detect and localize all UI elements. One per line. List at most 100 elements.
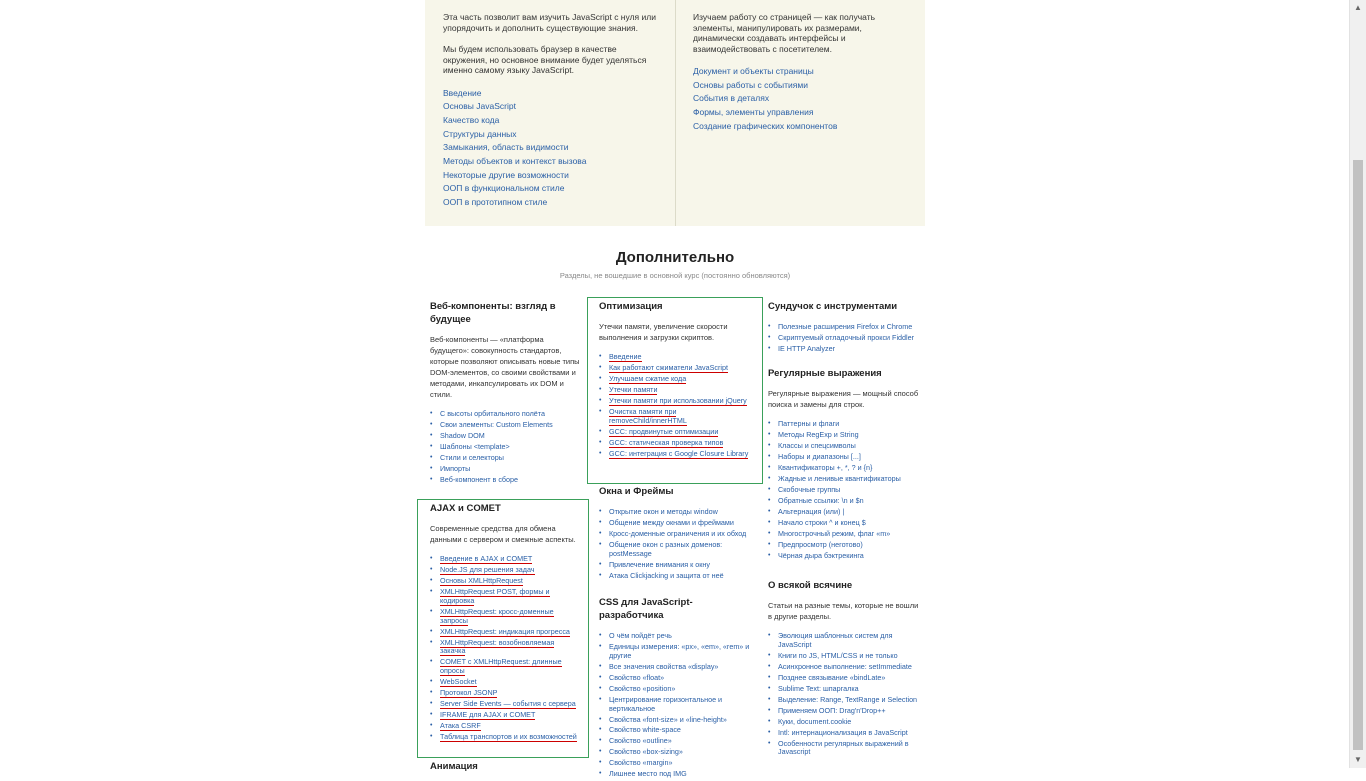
section-title[interactable]: Оптимизация bbox=[599, 300, 754, 313]
article-link[interactable]: GCC: статическая проверка типов bbox=[609, 437, 724, 448]
course-link[interactable]: События в деталях bbox=[693, 93, 769, 103]
section-title[interactable]: Веб-компоненты: взгляд в будущее bbox=[430, 300, 582, 326]
scroll-down-arrow-icon[interactable]: ▼ bbox=[1350, 752, 1366, 768]
article-link[interactable]: IE HTTP Analyzer bbox=[778, 344, 835, 353]
article-link[interactable]: Все значения свойства «display» bbox=[609, 662, 718, 671]
section-title[interactable]: Сундучок с инструментами bbox=[768, 300, 923, 313]
article-link[interactable]: С высоты орбитального полёта bbox=[440, 409, 545, 418]
article-link[interactable]: Свои элементы: Custom Elements bbox=[440, 420, 553, 429]
article-link[interactable]: Альтернация (или) | bbox=[778, 507, 844, 516]
course-link[interactable]: Структуры данных bbox=[443, 129, 517, 139]
article-link[interactable]: Shadow DOM bbox=[440, 431, 485, 440]
article-link[interactable]: Эволюция шаблонных систем для JavaScript bbox=[778, 631, 893, 649]
article-link[interactable]: Улучшаем сжатие кода bbox=[609, 373, 687, 384]
article-link[interactable]: XMLHttpRequest: возобновляемая закачка bbox=[440, 637, 555, 657]
course-link[interactable]: Введение bbox=[443, 88, 482, 98]
article-link[interactable]: Свойство «float» bbox=[609, 673, 664, 682]
scrollbar-thumb[interactable] bbox=[1353, 160, 1363, 750]
article-link[interactable]: XMLHttpRequest: кросс-доменные запросы bbox=[440, 606, 554, 626]
section-title[interactable]: Анимация bbox=[430, 760, 582, 773]
article-link[interactable]: GCC: интеграция с Google Closure Library bbox=[609, 448, 749, 459]
article-link[interactable]: Паттерны и флаги bbox=[778, 419, 839, 428]
article-link[interactable]: Свойство «margin» bbox=[609, 758, 673, 768]
course-link[interactable]: Методы объектов и контекст вызова bbox=[443, 156, 586, 166]
article-link[interactable]: Многострочный режим, флаг «m» bbox=[778, 529, 890, 538]
article-link[interactable]: Введение bbox=[609, 352, 642, 362]
article-link[interactable]: Открытие окон и методы window bbox=[609, 507, 718, 516]
article-link[interactable]: Классы и спецсимволы bbox=[778, 441, 856, 450]
article-link[interactable]: Выделение: Range, TextRange и Selection bbox=[778, 695, 917, 704]
article-link[interactable]: Протокол JSONP bbox=[440, 688, 498, 699]
course-link[interactable]: Формы, элементы управления bbox=[693, 107, 813, 117]
section-title[interactable]: AJAX и COMET bbox=[430, 502, 580, 515]
course-link[interactable]: Качество кода bbox=[443, 115, 499, 125]
article-link[interactable]: О чём пойдёт речь bbox=[609, 631, 672, 640]
article-link[interactable]: Свойство «outline» bbox=[609, 736, 672, 746]
article-link[interactable]: Чёрная дыра бэктрекинга bbox=[778, 551, 864, 560]
article-link[interactable]: Наборы и диапазоны [...] bbox=[778, 452, 861, 461]
article-link[interactable]: Кросс-доменные ограничения и их обход bbox=[609, 529, 746, 538]
article-link[interactable]: Свойство «position» bbox=[609, 684, 675, 693]
article-link[interactable]: Жадные и ленивые квантификаторы bbox=[778, 474, 901, 483]
article-link[interactable]: Введение в AJAX и COMET bbox=[440, 554, 533, 564]
article-link[interactable]: Веб-компонент в сборе bbox=[440, 475, 518, 484]
article-link[interactable]: Начало строки ^ и конец $ bbox=[778, 518, 866, 527]
article-link[interactable]: Общение окон с разных доменов: postMessa… bbox=[609, 540, 722, 558]
article-link[interactable]: Скриптуемый отладочный прокси Fiddler bbox=[778, 333, 914, 342]
article-link[interactable]: Стили и селекторы bbox=[440, 453, 504, 462]
article-link[interactable]: Node.JS для решения задач bbox=[440, 564, 535, 575]
course-link[interactable]: Основы работы с событиями bbox=[693, 80, 808, 90]
article-link[interactable]: Атака Clickjacking и защита от неё bbox=[609, 571, 724, 580]
article-link[interactable]: Intl: интернационализация в JavaScript bbox=[778, 728, 908, 737]
article-link[interactable]: Особенности регулярных выражений в Javas… bbox=[778, 739, 909, 757]
article-link[interactable]: Свойства «font-size» и «line-height» bbox=[609, 715, 727, 724]
article-link[interactable]: Атака CSRF bbox=[440, 721, 481, 731]
article-link[interactable]: Асинхронное выполнение: setImmediate bbox=[778, 662, 912, 671]
section-title[interactable]: Регулярные выражения bbox=[768, 367, 923, 380]
article-link[interactable]: Полезные расширения Firefox и Chrome bbox=[778, 322, 912, 331]
article-link[interactable]: Центрирование горизонтальное и вертикаль… bbox=[609, 695, 722, 713]
article-link[interactable]: Очистка памяти при removeChild/innerHTML bbox=[609, 406, 687, 426]
article-link[interactable]: Позднее связывание «bindLate» bbox=[778, 673, 885, 682]
article-link[interactable]: Обратные ссылки: \n и $n bbox=[778, 496, 864, 505]
article-link[interactable]: Как работают сжиматели JavaScript bbox=[609, 362, 729, 373]
article-link[interactable]: Свойство «box-sizing» bbox=[609, 747, 683, 757]
article-link[interactable]: Утечки памяти при использовании jQuery bbox=[609, 395, 747, 406]
article-link[interactable]: IFRAME для AJAX и COMET bbox=[440, 710, 536, 721]
scroll-up-arrow-icon[interactable]: ▲ bbox=[1350, 0, 1366, 16]
article-link[interactable]: XMLHttpRequest: индикация прогресса bbox=[440, 626, 570, 637]
article-link[interactable]: XMLHttpRequest POST, формы и кодировка bbox=[440, 586, 550, 606]
article-link[interactable]: COMET с XMLHttpRequest: длинные опросы bbox=[440, 657, 562, 677]
course-link[interactable]: Некоторые другие возможности bbox=[443, 170, 569, 180]
article-link[interactable]: Общение между окнами и фреймами bbox=[609, 518, 734, 527]
article-link[interactable]: Таблица транспортов и их возможностей bbox=[440, 731, 577, 742]
article-link[interactable]: Куки, document.cookie bbox=[778, 717, 851, 726]
section-title[interactable]: О всякой всячине bbox=[768, 579, 923, 592]
article-link[interactable]: Предпросмотр (неготово) bbox=[778, 540, 863, 549]
section-title[interactable]: CSS для JavaScript-разработчика bbox=[599, 596, 754, 622]
course-link[interactable]: Создание графических компонентов bbox=[693, 121, 837, 131]
course-link[interactable]: ООП в функциональном стиле bbox=[443, 183, 565, 193]
article-link[interactable]: Применяем ООП: Drag'n'Drop++ bbox=[778, 706, 886, 715]
article-link[interactable]: WebSocket bbox=[440, 677, 477, 688]
article-link[interactable]: Шаблоны <template> bbox=[440, 442, 510, 451]
article-link[interactable]: Лишнее место под IMG bbox=[609, 769, 687, 779]
article-link[interactable]: Привлечение внимания к окну bbox=[609, 560, 710, 569]
article-link[interactable]: Единицы измерения: «px», «em», «rem» и д… bbox=[609, 642, 749, 660]
article-link[interactable]: Основы XMLHttpRequest bbox=[440, 575, 523, 586]
course-link[interactable]: ООП в прототипном стиле bbox=[443, 197, 547, 207]
vertical-scrollbar[interactable]: ▲ ▼ bbox=[1349, 0, 1366, 768]
section-title[interactable]: Окна и Фреймы bbox=[599, 485, 754, 498]
article-link[interactable]: Утечки памяти bbox=[609, 384, 658, 395]
course-link[interactable]: Замыкания, область видимости bbox=[443, 142, 568, 152]
article-link[interactable]: Методы RegExp и String bbox=[778, 430, 859, 439]
article-link[interactable]: Свойство white-space bbox=[609, 725, 681, 735]
article-link[interactable]: Книги по JS, HTML/CSS и не только bbox=[778, 651, 898, 660]
article-link[interactable]: Sublime Text: шпаргалка bbox=[778, 684, 859, 693]
article-link[interactable]: Импорты bbox=[440, 464, 470, 473]
article-link[interactable]: Server Side Events — события с сервера bbox=[440, 699, 576, 710]
article-link[interactable]: Квантификаторы +, *, ? и {n} bbox=[778, 463, 872, 472]
course-link[interactable]: Документ и объекты страницы bbox=[693, 66, 814, 76]
article-link[interactable]: GCC: продвинутые оптимизации bbox=[609, 426, 719, 437]
article-link[interactable]: Скобочные группы bbox=[778, 485, 840, 494]
